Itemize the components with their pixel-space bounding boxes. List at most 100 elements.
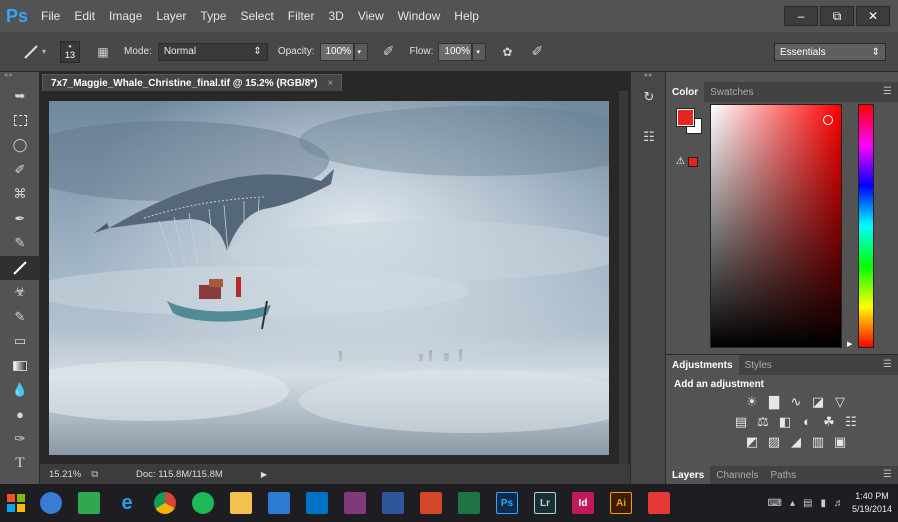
color-lookup-icon[interactable]: ☷ xyxy=(843,414,859,430)
menu-help[interactable]: Help xyxy=(447,9,486,23)
airbrush-toggle[interactable]: ✿ xyxy=(496,41,518,63)
hue-saturation-icon[interactable]: ▤ xyxy=(733,414,749,430)
menu-image[interactable]: Image xyxy=(102,9,149,23)
flow-slider-toggle[interactable]: ▾ xyxy=(472,42,487,61)
brush-tool[interactable] xyxy=(0,255,40,280)
crop-tool[interactable]: ⌘ xyxy=(0,182,40,207)
menu-select[interactable]: Select xyxy=(233,9,280,23)
opacity-input[interactable]: 100% xyxy=(319,42,354,61)
file-explorer-app[interactable] xyxy=(222,484,260,522)
volume-icon[interactable]: ♬ xyxy=(834,498,844,509)
onenote-app[interactable] xyxy=(336,484,374,522)
quick-selection-tool[interactable]: ✐ xyxy=(0,158,40,183)
chrome-app[interactable] xyxy=(146,484,184,522)
indesign-app[interactable]: Id xyxy=(564,484,602,522)
history-brush-tool[interactable]: ✎ xyxy=(0,305,40,330)
lightroom-app[interactable]: Lr xyxy=(526,484,564,522)
curves-icon[interactable]: ∿ xyxy=(788,394,804,410)
color-balance-icon[interactable]: ⚖ xyxy=(755,414,771,430)
close-tab-icon[interactable]: × xyxy=(328,78,334,89)
lasso-tool[interactable]: ◯ xyxy=(0,133,40,158)
photo-filter-icon[interactable]: ◐ xyxy=(799,414,815,430)
internet-explorer-app[interactable]: e xyxy=(108,484,146,522)
type-tool[interactable]: T xyxy=(0,452,40,477)
document-tab[interactable]: 7x7_Maggie_Whale_Christine_final.tif @ 1… xyxy=(42,74,342,91)
keyboard-icon[interactable]: ⌨ xyxy=(768,498,782,509)
illustrator-app[interactable]: Ai xyxy=(602,484,640,522)
excel-app[interactable] xyxy=(450,484,488,522)
mode-select[interactable]: Normal ⇕ xyxy=(157,42,268,61)
move-tool[interactable]: ➥ xyxy=(0,84,40,109)
posterize-icon[interactable]: ▨ xyxy=(766,434,782,450)
brightness-contrast-icon[interactable]: ☀ xyxy=(744,394,760,410)
selective-color-icon[interactable]: ▣ xyxy=(832,434,848,450)
foreground-color-swatch[interactable] xyxy=(676,108,695,127)
eraser-tool[interactable]: ▭ xyxy=(0,329,40,354)
tab-adjustments[interactable]: Adjustments xyxy=(666,355,739,375)
invert-icon[interactable]: ◩ xyxy=(744,434,760,450)
menu-type[interactable]: Type xyxy=(193,9,233,23)
menu-view[interactable]: View xyxy=(351,9,391,23)
minimize-button[interactable]: – xyxy=(784,6,818,26)
healing-brush-tool[interactable]: ✎ xyxy=(0,231,40,256)
flow-input[interactable]: 100% xyxy=(438,42,473,61)
document-canvas[interactable] xyxy=(49,101,609,455)
brush-size-picker[interactable]: ● 13 xyxy=(60,40,81,63)
vibrance-icon[interactable]: ▽ xyxy=(832,394,848,410)
lync-app[interactable] xyxy=(260,484,298,522)
word-app[interactable] xyxy=(374,484,412,522)
workspace-switcher[interactable]: Essentials ⇕ xyxy=(774,43,886,61)
tray-expand-icon[interactable]: ▴ xyxy=(790,498,795,509)
pressure-opacity-toggle[interactable]: ✐ xyxy=(378,41,400,63)
gamut-swatch[interactable] xyxy=(688,157,698,167)
properties-panel-button[interactable]: ☷ xyxy=(631,124,667,150)
tab-layers[interactable]: Layers xyxy=(666,466,711,484)
black-white-icon[interactable]: ◧ xyxy=(777,414,793,430)
levels-icon[interactable]: ▇ xyxy=(766,394,782,410)
snagit-app[interactable] xyxy=(640,484,678,522)
tab-swatches[interactable]: Swatches xyxy=(704,82,759,102)
history-panel-button[interactable]: ↻ xyxy=(631,84,667,110)
dodge-tool[interactable]: ● xyxy=(0,403,40,428)
eyedropper-tool[interactable]: ✒ xyxy=(0,207,40,232)
panel-menu-icon[interactable]: ☰ xyxy=(883,359,892,370)
threshold-icon[interactable]: ◢ xyxy=(788,434,804,450)
tab-channels[interactable]: Channels xyxy=(710,466,764,484)
exposure-icon[interactable]: ◪ xyxy=(810,394,826,410)
channel-mixer-icon[interactable]: ☘ xyxy=(821,414,837,430)
tab-styles[interactable]: Styles xyxy=(739,355,778,375)
tab-paths[interactable]: Paths xyxy=(765,466,803,484)
battery-icon[interactable]: ▮ xyxy=(820,498,826,509)
panel-menu-icon[interactable]: ☰ xyxy=(883,469,892,480)
hue-slider[interactable] xyxy=(858,104,874,348)
clone-stamp-tool[interactable]: ☣ xyxy=(0,280,40,305)
pressure-size-toggle[interactable]: ✐ xyxy=(526,41,548,63)
gradient-map-icon[interactable]: ▥ xyxy=(810,434,826,450)
blur-tool[interactable]: 💧 xyxy=(0,378,40,403)
marquee-tool[interactable] xyxy=(0,109,40,134)
menu-file[interactable]: File xyxy=(34,9,67,23)
color-picker-cursor[interactable] xyxy=(823,115,833,125)
people-app[interactable] xyxy=(32,484,70,522)
pen-tool[interactable]: ✑ xyxy=(0,427,40,452)
store-app[interactable] xyxy=(70,484,108,522)
zoom-level[interactable]: 15.21% xyxy=(49,469,81,480)
outlook-app[interactable] xyxy=(298,484,336,522)
spotify-app[interactable] xyxy=(184,484,222,522)
tab-color[interactable]: Color xyxy=(666,82,705,102)
restore-button[interactable]: ⧉ xyxy=(820,6,854,26)
panel-menu-icon[interactable]: ☰ xyxy=(883,86,892,97)
menu-edit[interactable]: Edit xyxy=(67,9,102,23)
start-button[interactable] xyxy=(0,484,32,522)
export-icon[interactable]: ⧉ xyxy=(91,469,98,480)
close-button[interactable]: ✕ xyxy=(856,6,890,26)
opacity-slider-toggle[interactable]: ▾ xyxy=(353,42,368,61)
gradient-tool[interactable] xyxy=(0,354,40,379)
clock[interactable]: 1:40 PM 5/19/2014 xyxy=(852,490,892,516)
menu-window[interactable]: Window xyxy=(391,9,448,23)
menu-filter[interactable]: Filter xyxy=(281,9,322,23)
powerpoint-app[interactable] xyxy=(412,484,450,522)
brush-preset-picker[interactable] xyxy=(20,41,42,63)
menu-layer[interactable]: Layer xyxy=(149,9,193,23)
menu-3d[interactable]: 3D xyxy=(321,9,350,23)
